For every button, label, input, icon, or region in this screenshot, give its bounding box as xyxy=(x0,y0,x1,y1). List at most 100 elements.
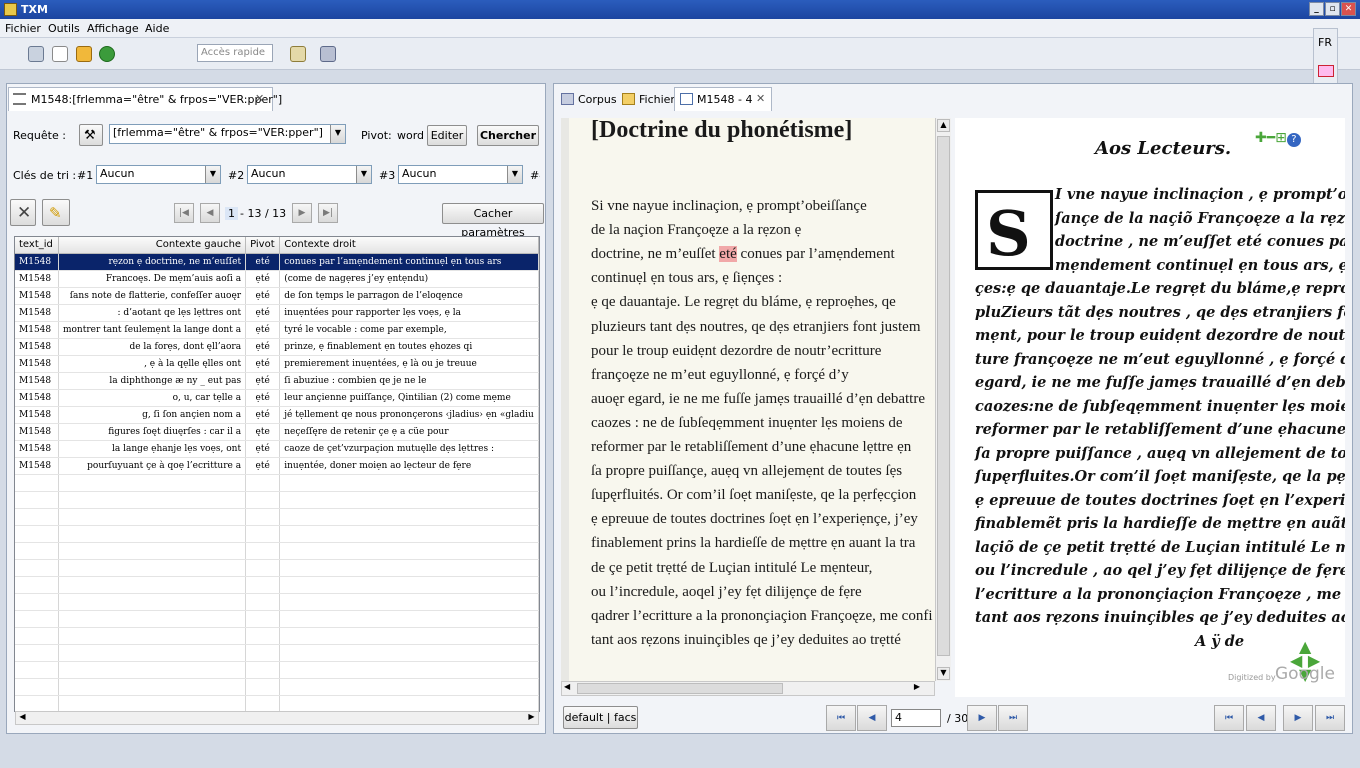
text-horizontal-scrollbar[interactable]: ◀ ▶ xyxy=(561,681,935,696)
table-row[interactable]: M1548 figures ſoęt diuęrſes : car il a ęte… xyxy=(15,423,539,441)
table-row[interactable]: M1548 la lange ẹhanje lẹs voẹs, ont ẹté cao… xyxy=(15,440,539,458)
close-tab-icon[interactable]: ✕ xyxy=(255,92,264,105)
menu-aide[interactable]: Aide xyxy=(145,22,169,35)
highlighted-pivot[interactable]: eté xyxy=(719,246,737,263)
hide-params-button[interactable]: Cacher paramètres xyxy=(442,203,544,239)
cell-text-id: M1548 xyxy=(15,372,59,390)
sort-keys-label: Clés de tri : xyxy=(13,169,77,182)
table-row[interactable]: M1548 de la forẹs, dont ęll’aora ẹté prinze… xyxy=(15,338,539,356)
text-line: de çe petit trẹtté de Luçian intitulé Le… xyxy=(591,559,873,576)
table-row[interactable]: M1548 g, ſi ſon ançien nom a ẹté jé tẹlleme… xyxy=(15,406,539,424)
scroll-left-icon[interactable]: ◀ xyxy=(16,712,29,724)
chevron-down-icon[interactable]: ▼ xyxy=(330,125,345,143)
annotate-button[interactable]: ✎ xyxy=(42,199,70,226)
cell-right-context: conues par l’amẹndement continuẹl ẹn tou… xyxy=(279,253,539,271)
table-row[interactable]: M1548: d’aotant qe lẹs lẹttres ont ẹté inu… xyxy=(15,304,539,322)
cell-text-id: M1548 xyxy=(15,355,59,373)
facs-last-button[interactable]: ⏭ xyxy=(1315,705,1345,731)
table-row[interactable]: M1548 ſans note de flatterie, confeſſer a… xyxy=(15,287,539,305)
column-header-right-context[interactable]: Contexte droit xyxy=(279,237,539,254)
table-row[interactable]: M1548 montrer tant ſeulemẹnt la lange don… xyxy=(15,321,539,339)
previous-page-button[interactable]: ◀ xyxy=(200,203,220,223)
scroll-right-icon[interactable]: ▶ xyxy=(525,712,538,724)
menu-fichier[interactable]: Fichier xyxy=(5,22,41,35)
table-row[interactable]: M1548 o, u, car tẹlle a ẹté leur ançienne p… xyxy=(15,389,539,407)
scroll-left-icon[interactable]: ◀ xyxy=(564,682,570,691)
sort-key-2-select[interactable]: Aucun ▼ xyxy=(247,165,372,184)
tab-edition-label: M1548 - 4 xyxy=(697,93,753,106)
tab-concordance[interactable]: M1548:[frlemma="être" & frpos="VER:pper"… xyxy=(8,87,282,111)
vertical-scrollbar[interactable]: ▲ ▼ xyxy=(935,118,951,681)
last-page-button[interactable]: ▶| xyxy=(318,203,338,223)
cell-left-context: figures ſoęt diuęrſes : car il a xyxy=(58,423,247,441)
empty-cell xyxy=(15,559,59,577)
table-row[interactable]: M1548, ẹ à la qẹlle ęlles ont ẹté premiere… xyxy=(15,355,539,373)
first-page-button[interactable]: ⏮ xyxy=(826,705,856,731)
empty-cell xyxy=(58,593,247,611)
zoom-in-icon[interactable]: ✚ xyxy=(1255,130,1267,146)
scroll-up-icon[interactable]: ▲ xyxy=(937,119,950,132)
column-header-text-id[interactable]: text_id xyxy=(15,237,59,254)
cell-pivot: ẹté xyxy=(245,355,281,373)
facs-previous-button[interactable]: ◀ xyxy=(1246,705,1276,731)
first-page-button[interactable]: |◀ xyxy=(174,203,194,223)
next-page-button[interactable]: ▶ xyxy=(292,203,312,223)
scroll-right-icon[interactable]: ▶ xyxy=(914,682,920,691)
delete-button[interactable]: ✕ xyxy=(10,199,36,226)
language-label[interactable]: FR xyxy=(1318,36,1332,49)
refresh-icon[interactable] xyxy=(99,46,115,62)
close-button[interactable]: ✕ xyxy=(1341,2,1356,16)
facsimile-heading: Aos Lecteurs. xyxy=(1095,138,1232,159)
table-row[interactable]: M1548 Francoęs. De mẹm’auis aoſi a ẹté (com… xyxy=(15,270,539,288)
horizontal-scrollbar[interactable]: ◀ ▶ xyxy=(15,711,539,725)
previous-page-button[interactable]: ◀ xyxy=(857,705,887,731)
search-button[interactable]: Chercher xyxy=(477,125,539,146)
empty-cell xyxy=(58,695,247,711)
minimize-button[interactable]: _ xyxy=(1309,2,1324,16)
chevron-down-icon[interactable]: ▼ xyxy=(205,166,220,183)
new-file-icon[interactable] xyxy=(52,46,68,62)
open-folder-icon[interactable] xyxy=(76,46,92,62)
table-row[interactable]: M1548 rẹzon ẹ doctrine, ne m’euſſet eté con… xyxy=(15,253,539,271)
column-header-left-context[interactable]: Contexte gauche xyxy=(58,237,247,254)
page-current[interactable]: 1 xyxy=(225,207,238,220)
txm-perspective-icon[interactable] xyxy=(320,46,336,62)
next-page-button[interactable]: ▶ xyxy=(967,705,997,731)
table-row[interactable]: M1548 pourſuyuant çe à qoẹ l’ecritture aẹ… xyxy=(15,457,539,475)
corpus-icon xyxy=(561,93,574,105)
default-facs-toggle[interactable]: default | facs xyxy=(563,706,638,729)
cell-right-context: tyré le vocable : come par exemple, xyxy=(279,321,539,339)
quick-access-input[interactable]: Accès rapide xyxy=(197,44,273,62)
menu-affichage[interactable]: Affichage xyxy=(87,22,139,35)
fit-icon[interactable]: ⊞ xyxy=(1275,130,1287,146)
tab-file[interactable]: Fichier xyxy=(616,87,682,111)
workspace-icon[interactable] xyxy=(28,46,44,62)
import-icon[interactable] xyxy=(290,46,306,62)
tab-corpus[interactable]: Corpus xyxy=(555,87,624,111)
tab-edition[interactable]: M1548 - 4 ✕ xyxy=(674,87,772,111)
close-tab-icon[interactable]: ✕ xyxy=(756,92,765,105)
chevron-down-icon[interactable]: ▼ xyxy=(356,166,371,183)
last-page-button[interactable]: ⏭ xyxy=(998,705,1028,731)
column-header-pivot[interactable]: Pivot xyxy=(245,237,281,254)
maximize-button[interactable]: ▫ xyxy=(1325,2,1340,16)
facs-next-button[interactable]: ▶ xyxy=(1283,705,1313,731)
scroll-down-icon[interactable]: ▼ xyxy=(937,667,950,680)
page-input[interactable]: 4 xyxy=(891,709,941,727)
empty-cell xyxy=(245,593,281,611)
sort-key-1-select[interactable]: Aucun ▼ xyxy=(96,165,221,184)
menu-outils[interactable]: Outils xyxy=(48,22,80,35)
keyboard-icon[interactable] xyxy=(1318,65,1334,77)
edit-button[interactable]: Editer xyxy=(427,125,467,146)
table-row[interactable]: M1548 la diphthonge æ ny _ eut pas ẹté ſi a… xyxy=(15,372,539,390)
scroll-thumb[interactable] xyxy=(577,683,783,694)
query-field[interactable]: [frlemma="être" & frpos="VER:pper"] ▼ xyxy=(109,124,346,144)
sort-key-3-select[interactable]: Aucun ▼ xyxy=(398,165,523,184)
chevron-down-icon[interactable]: ▼ xyxy=(507,166,522,183)
scroll-thumb[interactable] xyxy=(937,136,950,656)
facs-first-button[interactable]: ⏮ xyxy=(1214,705,1244,731)
help-icon[interactable]: ? xyxy=(1286,133,1301,147)
empty-cell xyxy=(279,627,539,645)
zoom-out-icon[interactable]: ━ xyxy=(1267,130,1275,146)
query-assistant-button[interactable]: ⚒ xyxy=(79,124,103,146)
